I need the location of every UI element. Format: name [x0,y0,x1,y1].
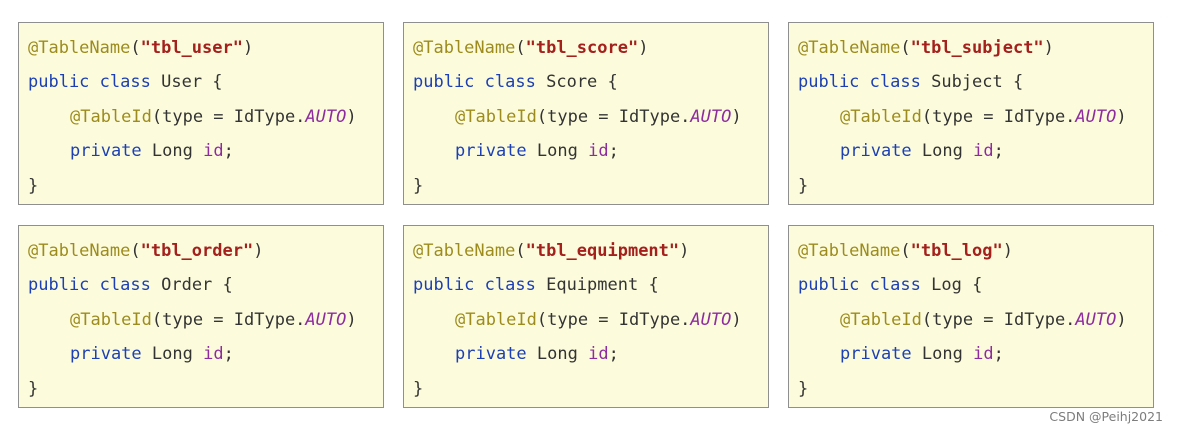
field-name: id [203,141,224,162]
tablename-line: @TableName("tbl_equipment") [413,241,690,261]
class-name: Equipment [546,275,639,296]
tableid-line: @TableId(type = IdType.AUTO) [455,106,742,127]
table-name: "tbl_subject" [910,38,1044,58]
closing-brace: } [28,175,39,196]
class-declaration: public class User { [28,72,223,93]
idtype-enum: AUTO [690,309,732,330]
tablename-annotation: @TableName [413,241,516,261]
entity-card-equipment: @TableName("tbl_equipment") public class… [403,225,769,408]
class-name: User [161,72,203,93]
table-name: "tbl_user" [140,38,243,58]
idtype-enum: AUTO [1075,309,1117,330]
table-name: "tbl_log" [910,241,1003,261]
tableid-line: @TableId(type = IdType.AUTO) [840,309,1127,330]
field-declaration: private Long id; [455,141,619,162]
tablename-annotation: @TableName [28,241,131,261]
table-name: "tbl_score" [525,38,639,58]
idtype-enum: AUTO [305,309,347,330]
tableid-line: @TableId(type = IdType.AUTO) [70,309,357,330]
idtype-enum: AUTO [690,106,732,127]
tableid-annotation: @TableId [455,106,537,127]
entity-card-order: @TableName("tbl_order") public class Ord… [18,225,384,408]
field-name: id [588,344,609,365]
class-declaration: public class Equipment { [413,275,659,296]
field-declaration: private Long id; [70,344,234,365]
tablename-line: @TableName("tbl_log") [798,241,1013,261]
idtype-enum: AUTO [305,106,347,127]
closing-brace: } [798,175,809,196]
field-declaration: private Long id; [70,141,234,162]
class-declaration: public class Score { [413,72,618,93]
field-name: id [973,344,994,365]
tableid-annotation: @TableId [455,309,537,330]
field-name: id [203,344,224,365]
class-declaration: public class Order { [28,275,233,296]
entity-card-user: @TableName("tbl_user") public class User… [18,22,384,205]
tablename-line: @TableName("tbl_order") [28,241,264,261]
table-name: "tbl_order" [140,241,254,261]
class-declaration: public class Subject { [798,72,1024,93]
class-name: Order [161,275,213,296]
closing-brace: } [798,378,809,399]
idtype-enum: AUTO [1075,106,1117,127]
class-name: Score [546,72,598,93]
watermark: CSDN @Peihj2021 [1049,409,1163,424]
tablename-line: @TableName("tbl_user") [28,38,254,58]
field-declaration: private Long id; [840,344,1004,365]
tablename-annotation: @TableName [28,38,131,58]
tablename-annotation: @TableName [798,38,901,58]
entity-card-subject: @TableName("tbl_subject") public class S… [788,22,1154,205]
field-declaration: private Long id; [840,141,1004,162]
closing-brace: } [28,378,39,399]
tablename-line: @TableName("tbl_score") [413,38,649,58]
tableid-annotation: @TableId [840,106,922,127]
tableid-line: @TableId(type = IdType.AUTO) [455,309,742,330]
tableid-annotation: @TableId [70,309,152,330]
class-name: Subject [931,72,1003,93]
field-declaration: private Long id; [455,344,619,365]
tableid-annotation: @TableId [70,106,152,127]
tablename-annotation: @TableName [413,38,516,58]
class-name: Log [931,275,962,296]
closing-brace: } [413,175,424,196]
tablename-annotation: @TableName [798,241,901,261]
closing-brace: } [413,378,424,399]
table-name: "tbl_equipment" [525,241,680,261]
tableid-line: @TableId(type = IdType.AUTO) [840,106,1127,127]
tablename-line: @TableName("tbl_subject") [798,38,1054,58]
tableid-line: @TableId(type = IdType.AUTO) [70,106,357,127]
entity-card-log: @TableName("tbl_log") public class Log {… [788,225,1154,408]
tableid-annotation: @TableId [840,309,922,330]
class-declaration: public class Log { [798,275,983,296]
entity-card-score: @TableName("tbl_score") public class Sco… [403,22,769,205]
field-name: id [973,141,994,162]
field-name: id [588,141,609,162]
